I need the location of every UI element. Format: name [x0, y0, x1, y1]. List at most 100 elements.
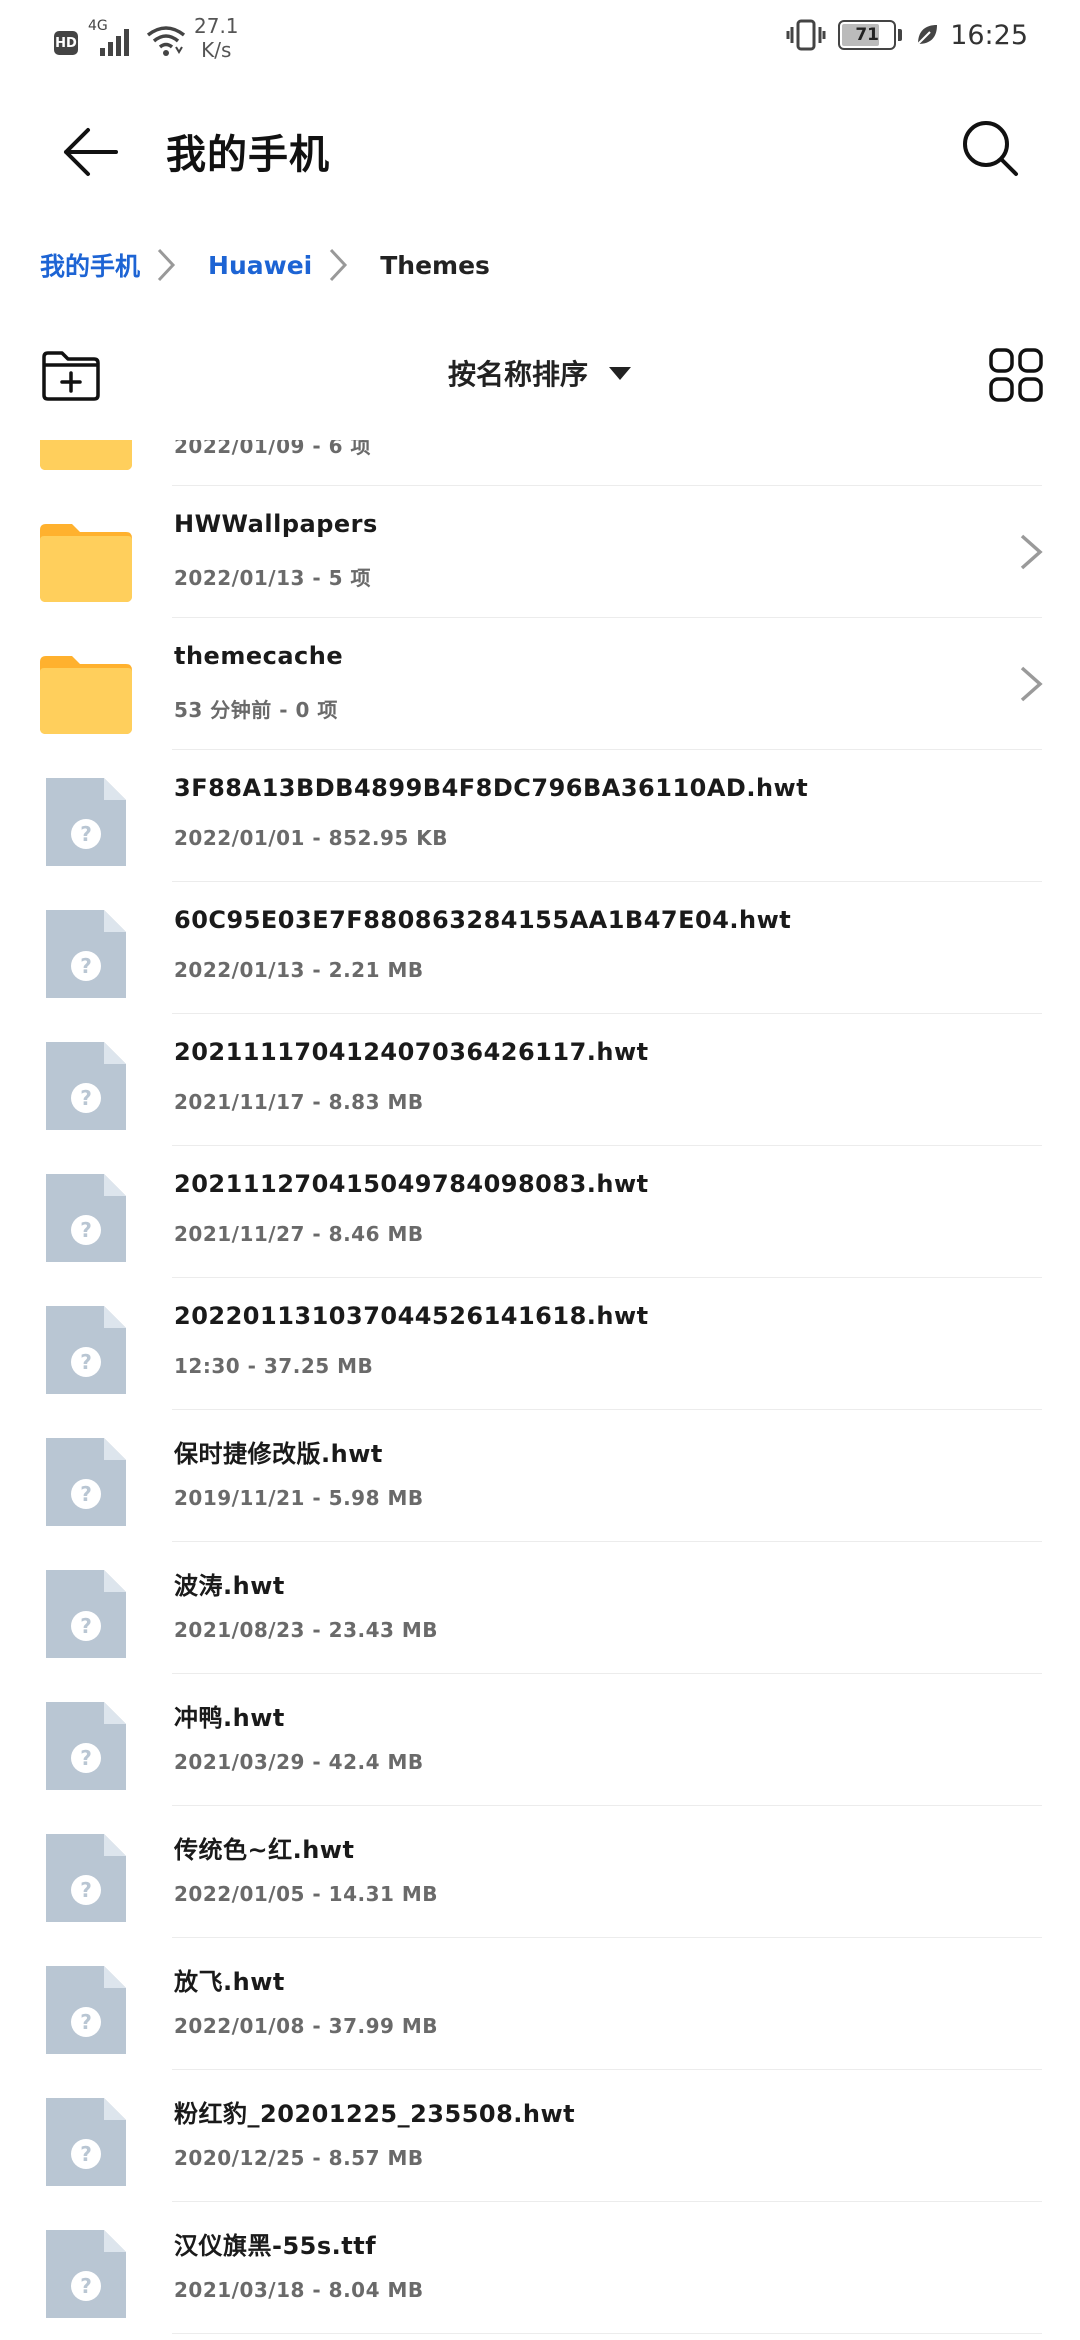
item-name: 放飞.hwt: [174, 1968, 285, 1996]
svg-text:?: ?: [80, 1878, 92, 1902]
folder-icon: [38, 642, 134, 738]
breadcrumb-my-phone[interactable]: 我的手机: [40, 247, 140, 283]
item-name: 波涛.hwt: [174, 1572, 285, 1600]
sort-label: 按名称排序: [448, 358, 589, 391]
item-meta: 12:30 - 37.25 MB: [174, 1354, 374, 1378]
file-row[interactable]: ? 汉仪旗黑-55s.ttf 2021/03/18 - 8.04 MB: [0, 2202, 1080, 2334]
folder-icon: [38, 510, 134, 606]
item-name: 202201131037044526141618.hwt: [174, 1302, 649, 1330]
new-folder-icon[interactable]: [40, 349, 102, 403]
item-name: themecache: [174, 642, 344, 670]
file-row[interactable]: ? 放飞.hwt 2022/01/08 - 37.99 MB: [0, 1938, 1080, 2070]
unknown-file-icon: ?: [38, 1038, 134, 1134]
clock: 16:25: [950, 19, 1028, 51]
file-row[interactable]: ? 保时捷修改版.hwt 2019/11/21 - 5.98 MB: [0, 1410, 1080, 1542]
item-meta: 2022/01/13 - 5 项: [174, 566, 372, 590]
svg-text:?: ?: [80, 1746, 92, 1770]
folder-row[interactable]: HWWallpapers 2022/01/13 - 5 项: [0, 486, 1080, 618]
file-row[interactable]: ? 粉红豹_20201225_235508.hwt 2020/12/25 - 8.5…: [0, 2070, 1080, 2202]
item-meta: 2021/03/29 - 42.4 MB: [174, 1750, 424, 1774]
file-row[interactable]: ? 传统色~红.hwt 2022/01/05 - 14.31 MB: [0, 1806, 1080, 1938]
page-title: 我的手机: [166, 132, 330, 178]
item-name: 202111270415049784098083.hwt: [174, 1170, 649, 1198]
item-meta: 2022/01/13 - 2.21 MB: [174, 958, 424, 982]
search-icon[interactable]: [958, 116, 1024, 182]
folder-icon: [38, 440, 134, 474]
status-bar: HD 4G 27.1 K/s 71 16:25: [0, 0, 1080, 76]
grid-view-icon[interactable]: [988, 347, 1044, 403]
file-row[interactable]: ? 60C95E03E7F880863284155AA1B47E04.hwt 202…: [0, 882, 1080, 1014]
breadcrumb-themes: Themes: [380, 250, 490, 280]
item-meta: 2021/03/18 - 8.04 MB: [174, 2278, 424, 2302]
unknown-file-icon: ?: [38, 1962, 134, 2058]
unknown-file-icon: ?: [38, 2226, 134, 2322]
divider: [172, 2332, 1042, 2334]
chevron-right-icon: [1016, 664, 1046, 704]
file-row[interactable]: ? 202111270415049784098083.hwt 2021/11/27 …: [0, 1146, 1080, 1278]
item-name: HWWallpapers: [174, 510, 378, 538]
cellular-signal-icon: 4G: [88, 18, 136, 58]
file-list: 2022/01/09 - 6 项 HWWallpapers 2022/01/13 -…: [0, 440, 1080, 2340]
folder-row[interactable]: themecache 53 分钟前 - 0 项: [0, 618, 1080, 750]
unknown-file-icon: ?: [38, 2094, 134, 2190]
file-row[interactable]: ? 202201131037044526141618.hwt 12:30 - 37.…: [0, 1278, 1080, 1410]
item-meta: 2020/12/25 - 8.57 MB: [174, 2146, 424, 2170]
svg-text:?: ?: [80, 1614, 92, 1638]
item-meta: 2021/11/17 - 8.83 MB: [174, 1090, 424, 1114]
chevron-right-icon: [330, 248, 348, 282]
unknown-file-icon: ?: [38, 1566, 134, 1662]
network-speed-unit: K/s: [201, 38, 232, 62]
hd-icon: HD: [54, 31, 78, 55]
unknown-file-icon: ?: [38, 1698, 134, 1794]
unknown-file-icon: ?: [38, 906, 134, 1002]
unknown-file-icon: ?: [38, 1302, 134, 1398]
folder-row[interactable]: 2022/01/09 - 6 项: [0, 440, 1080, 486]
vibrate-icon: [786, 19, 826, 51]
wifi-icon: [146, 26, 186, 56]
item-name: 保时捷修改版.hwt: [174, 1440, 383, 1468]
network-speed: 27.1 K/s: [194, 14, 239, 62]
item-meta: 2022/01/05 - 14.31 MB: [174, 1882, 439, 1906]
item-name: 粉红豹_20201225_235508.hwt: [174, 2100, 576, 2128]
svg-text:?: ?: [80, 1086, 92, 1110]
power-saving-leaf-icon: [917, 25, 938, 45]
battery-icon: 71: [838, 20, 897, 50]
caret-down-icon: [609, 367, 632, 380]
unknown-file-icon: ?: [38, 774, 134, 870]
item-meta: 2021/08/23 - 23.43 MB: [174, 1618, 439, 1642]
chevron-right-icon: [157, 248, 176, 282]
item-meta: 2022/01/01 - 852.95 KB: [174, 826, 449, 850]
breadcrumb-huawei[interactable]: Huawei: [208, 251, 312, 280]
item-meta: 53 分钟前 - 0 项: [174, 698, 338, 722]
file-row[interactable]: ? 3F88A13BDB4899B4F8DC796BA36110AD.hwt 202…: [0, 750, 1080, 882]
item-meta: 2022/01/09 - 6 项: [174, 440, 372, 458]
item-name: 冲鸭.hwt: [174, 1704, 285, 1732]
item-name: 3F88A13BDB4899B4F8DC796BA36110AD.hwt: [174, 774, 809, 802]
svg-text:?: ?: [80, 2274, 92, 2298]
item-meta: 2021/11/27 - 8.46 MB: [174, 1222, 424, 1246]
unknown-file-icon: ?: [38, 1170, 134, 1266]
file-row[interactable]: ? 波涛.hwt 2021/08/23 - 23.43 MB: [0, 1542, 1080, 1674]
svg-text:?: ?: [80, 1350, 92, 1374]
breadcrumb: 我的手机 Huawei Themes: [40, 240, 490, 290]
unknown-file-icon: ?: [38, 1830, 134, 1926]
back-arrow-icon[interactable]: [58, 120, 122, 184]
file-row[interactable]: ? 202111170412407036426117.hwt 2021/11/17 …: [0, 1014, 1080, 1146]
item-name: 202111170412407036426117.hwt: [174, 1038, 649, 1066]
svg-text:?: ?: [80, 1482, 92, 1506]
network-speed-value: 27.1: [194, 14, 239, 38]
svg-text:?: ?: [80, 2010, 92, 2034]
svg-text:?: ?: [80, 954, 92, 978]
item-name: 60C95E03E7F880863284155AA1B47E04.hwt: [174, 906, 792, 934]
svg-text:?: ?: [80, 2142, 92, 2166]
svg-text:?: ?: [80, 822, 92, 846]
toolbar: 按名称排序: [0, 345, 1080, 415]
item-name: 汉仪旗黑-55s.ttf: [174, 2232, 377, 2260]
item-meta: 2019/11/21 - 5.98 MB: [174, 1486, 424, 1510]
app-header: 我的手机: [0, 100, 1080, 200]
svg-text:?: ?: [80, 1218, 92, 1242]
item-name: 传统色~红.hwt: [174, 1836, 355, 1864]
sort-dropdown[interactable]: 按名称排序: [448, 353, 632, 393]
file-row[interactable]: ? 冲鸭.hwt 2021/03/29 - 42.4 MB: [0, 1674, 1080, 1806]
unknown-file-icon: ?: [38, 1434, 134, 1530]
